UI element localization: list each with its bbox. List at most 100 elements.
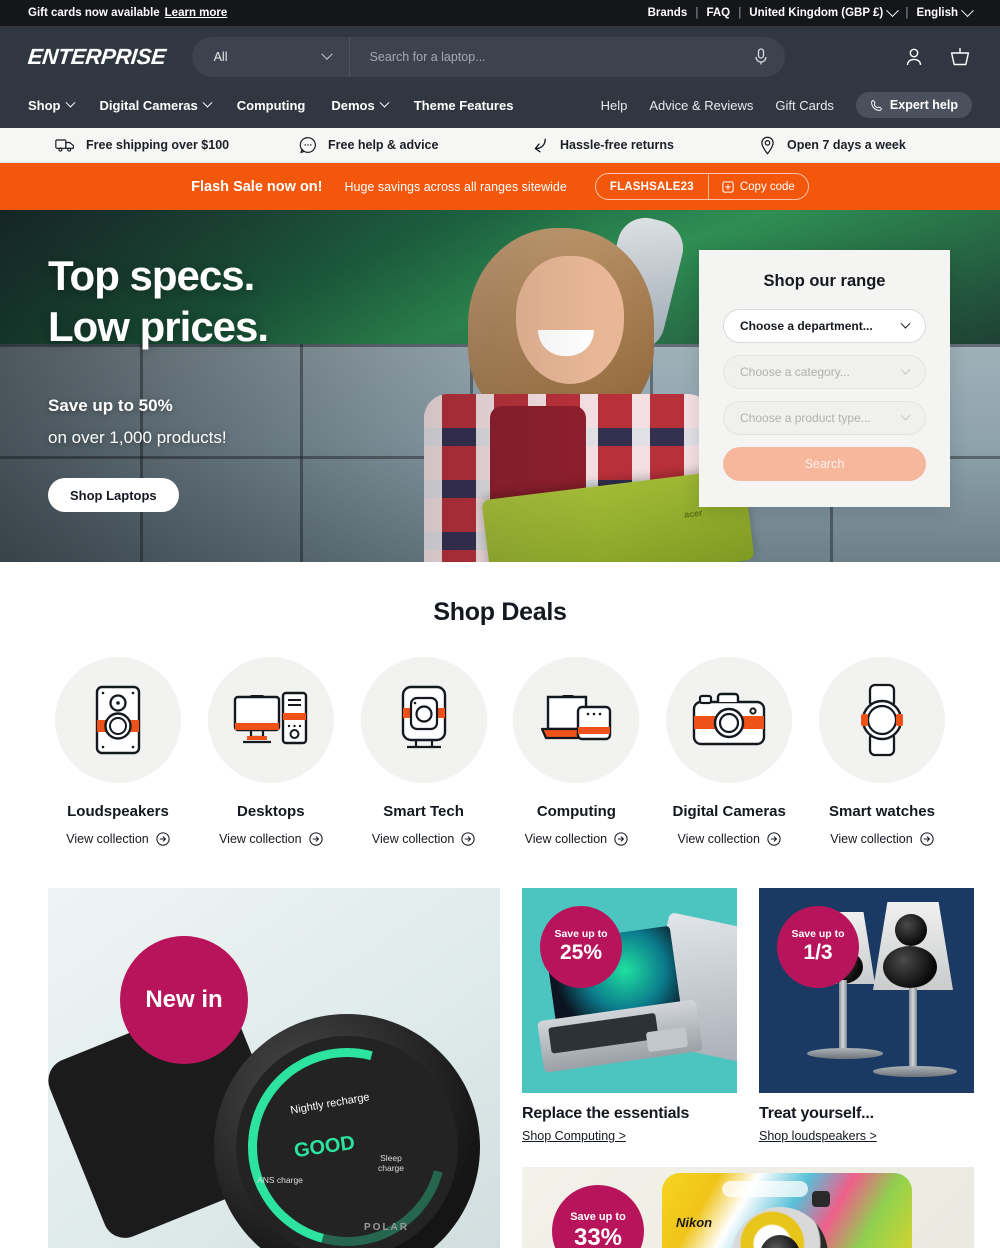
camera-brand-label: Nikon [676, 1215, 713, 1230]
category-digital-cameras[interactable]: Digital Cameras View collection [659, 657, 799, 846]
nav-item-theme-features[interactable]: Theme Features [414, 98, 514, 113]
nav-item-advice-reviews[interactable]: Advice & Reviews [649, 98, 753, 113]
announcement-message: Gift cards now available Learn more [28, 7, 227, 19]
trust-label: Free help & advice [328, 138, 439, 152]
badge-top-label: Save up to [791, 927, 845, 940]
view-collection-label: View collection [371, 832, 455, 846]
view-collection-link[interactable]: View collection [372, 832, 475, 846]
promo-title: Replace the essentials [522, 1105, 690, 1122]
site-logo[interactable]: ENTERPRISE [27, 44, 167, 70]
view-collection-link[interactable]: View collection [830, 832, 934, 846]
search-scope-select[interactable]: All [192, 37, 350, 77]
arrow-right-circle-icon [920, 832, 934, 846]
category-smart-watches[interactable]: Smart watches View collection [812, 657, 952, 846]
promo-image-wrap: Save up to 1/3 [759, 888, 974, 1093]
promo-card-computing[interactable]: Save up to 25% Replace the essentials Sh… [522, 888, 737, 1145]
desktop-computer-icon [233, 691, 307, 745]
arrow-right-circle-icon [308, 832, 323, 846]
smartwatch-icon [860, 683, 903, 757]
region-selector[interactable]: United Kingdom (GBP £) [749, 3, 900, 19]
nav-item-help[interactable]: Help [601, 98, 628, 113]
chevron-down-icon [900, 410, 911, 421]
microphone-icon[interactable] [753, 48, 769, 66]
category-icon-wrap [360, 657, 487, 783]
brands-link[interactable]: Brands [648, 7, 688, 19]
watch-brand-label: POLAR [364, 1222, 409, 1233]
trust-item-help: Free help & advice [299, 136, 529, 154]
category-label: Computing [536, 803, 616, 820]
category-row: Loudspeakers View collection Desktops Vi… [0, 627, 1000, 846]
range-search-button[interactable]: Search [723, 447, 926, 481]
product-type-select[interactable]: Choose a product type... [723, 401, 926, 435]
chat-icon [299, 137, 316, 154]
flash-sale-banner: Flash Sale now on! Huge savings across a… [0, 163, 1000, 210]
department-select[interactable]: Choose a department... [723, 309, 926, 343]
copy-code-button[interactable]: Copy code [709, 181, 808, 193]
user-icon[interactable] [902, 45, 926, 69]
shop-laptops-button[interactable]: Shop Laptops [48, 478, 179, 513]
nav-item-gift-cards[interactable]: Gift Cards [775, 98, 834, 113]
divider: | [738, 7, 742, 19]
shop-deals-title: Shop Deals [433, 598, 567, 626]
camera-icon [692, 692, 766, 746]
trust-item-hours: Open 7 days a week [759, 136, 906, 155]
category-desktops[interactable]: Desktops View collection [201, 657, 341, 846]
camera-body: Nikon [662, 1173, 912, 1248]
view-collection-link[interactable]: View collection [525, 832, 628, 846]
cart-icon[interactable] [948, 45, 972, 69]
nav-item-demos[interactable]: Demos [331, 97, 390, 113]
nav-label: Demos [331, 97, 375, 113]
category-icon-wrap [818, 657, 945, 783]
category-label: Smart watches [829, 803, 935, 820]
view-collection-link[interactable]: View collection [66, 832, 170, 846]
promo-link-shop-computing[interactable]: Shop Computing > [522, 1129, 626, 1143]
announcement-learn-more-link[interactable]: Learn more [165, 7, 228, 19]
speaker-stand-front [909, 988, 917, 1070]
expert-help-button[interactable]: Expert help [855, 92, 972, 118]
arrow-right-circle-icon [156, 832, 170, 846]
language-selector[interactable]: English [916, 3, 974, 19]
faq-link[interactable]: FAQ [706, 7, 730, 19]
category-loudspeakers[interactable]: Loudspeakers View collection [48, 657, 188, 846]
trust-label: Hassle-free returns [560, 138, 674, 152]
promo-card-cameras[interactable]: Nikon Save up to 33% [522, 1167, 974, 1248]
hero-banner: acer Top specs. Low prices. Save up to 5… [0, 210, 1000, 562]
camera-lens [732, 1207, 828, 1248]
promo-link-shop-loudspeakers[interactable]: Shop loudspeakers > [759, 1129, 877, 1143]
view-collection-link[interactable]: View collection [219, 832, 323, 846]
hero-copy: Top specs. Low prices. Save up to 50% on… [48, 250, 269, 513]
nav-item-computing[interactable]: Computing [237, 98, 306, 113]
smart-tech-icon [401, 685, 446, 749]
category-smart-tech[interactable]: Smart Tech View collection [354, 657, 494, 846]
main-navigation: Shop Digital Cameras Computing Demos The… [28, 88, 972, 128]
category-select[interactable]: Choose a category... [723, 355, 926, 389]
hero-subtitle-line2: on over 1,000 products! [48, 428, 227, 448]
view-collection-link[interactable]: View collection [677, 832, 781, 846]
arrow-right-circle-icon [767, 832, 781, 846]
nav-item-shop[interactable]: Shop [28, 97, 75, 113]
promo-card-new-in[interactable]: Nightly recharge GOOD ANS charge Sleep c… [48, 888, 500, 1248]
promo-card-loudspeakers[interactable]: Save up to 1/3 Treat yourself... Shop lo… [759, 888, 974, 1145]
category-icon-wrap [513, 657, 640, 783]
chevron-down-icon [900, 318, 911, 329]
trust-bar: Free shipping over $100 Free help & advi… [0, 128, 1000, 163]
badge-value: 25% [559, 941, 603, 965]
badge-value: 33% [573, 1223, 623, 1248]
view-collection-label: View collection [677, 832, 760, 846]
search-input[interactable] [369, 50, 753, 64]
loudspeaker-icon [95, 685, 141, 755]
shop-deals-section: Shop Deals Loudspeakers View collection [0, 562, 1000, 846]
trust-item-returns: Hassle-free returns [529, 136, 759, 154]
nav-label: Digital Cameras [99, 97, 198, 113]
nav-label: Shop [28, 97, 61, 113]
chevron-down-icon [320, 48, 333, 60]
speaker-stand-back [839, 980, 847, 1052]
category-computing[interactable]: Computing View collection [506, 657, 646, 846]
nav-item-digital-cameras[interactable]: Digital Cameras [99, 97, 213, 113]
laptop-trackpad [645, 1026, 689, 1053]
search-field [350, 48, 785, 66]
category-icon-wrap [55, 657, 181, 783]
smartwatch-product-image: Nightly recharge GOOD ANS charge Sleep c… [48, 888, 500, 1248]
location-pin-icon [761, 136, 774, 155]
promo-image-wrap: Nightly recharge GOOD ANS charge Sleep c… [48, 888, 500, 1248]
